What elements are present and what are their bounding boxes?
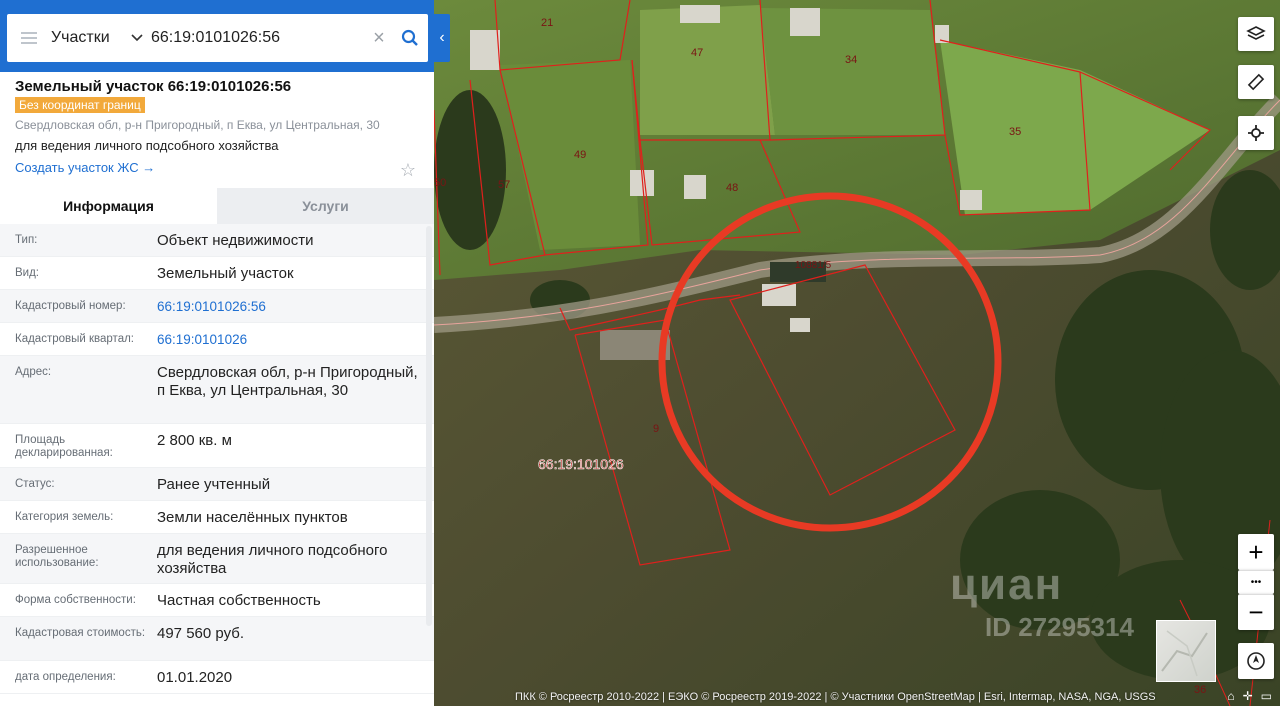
minimap-icon bbox=[1161, 630, 1208, 677]
info-row: Кадастровая стоимость: 497 560 руб. bbox=[0, 617, 434, 661]
parcel-label: 10881/5 bbox=[795, 260, 832, 271]
info-label: Адрес: bbox=[15, 366, 52, 378]
info-value: Частная собственность bbox=[157, 592, 321, 609]
watermark-id: ID 27295314 bbox=[985, 612, 1134, 642]
map-attribution: ПКК © Росреестр 2010-2022 | ЕЭКО © Росре… bbox=[515, 691, 1156, 703]
info-table: Тип: Объект недвижимости Вид: Земельный … bbox=[0, 224, 434, 694]
info-row: Кадастровый номер: 66:19:0101026:56 bbox=[0, 290, 434, 323]
info-label: Категория земель: bbox=[15, 511, 114, 523]
layers-icon bbox=[1246, 26, 1266, 40]
search-bar: Участки × bbox=[0, 0, 434, 72]
crosshair-icon[interactable]: ✛ bbox=[1243, 689, 1253, 703]
info-row: Тип: Объект недвижимости bbox=[0, 224, 434, 257]
quarter-label: 66:19:101026 bbox=[538, 456, 624, 472]
tab-info[interactable]: Информация bbox=[0, 188, 217, 224]
search-icon[interactable] bbox=[392, 29, 428, 47]
field-34 bbox=[760, 8, 945, 135]
info-label: Форма собственности: bbox=[15, 594, 136, 606]
search-type-selector[interactable]: Участки bbox=[51, 29, 131, 47]
compass-button[interactable] bbox=[1238, 643, 1274, 679]
parcel-label: 35 bbox=[1009, 126, 1021, 138]
layers-button[interactable] bbox=[1238, 17, 1274, 51]
info-value: Ранее учтенный bbox=[157, 476, 271, 493]
zoom-out-button[interactable]: − bbox=[1238, 594, 1274, 630]
info-value: Земли населённых пунктов bbox=[157, 509, 348, 526]
search-input[interactable] bbox=[151, 29, 366, 47]
parcel-label: 57 bbox=[498, 179, 510, 191]
parcel-label: 36 bbox=[1194, 684, 1206, 696]
create-parcel-link[interactable]: Создать участок ЖС → bbox=[15, 160, 419, 175]
cadastral-quarter-link[interactable]: 66:19:0101026 bbox=[157, 323, 419, 355]
info-label: Кадастровый квартал: bbox=[15, 333, 134, 345]
zoom-more-button[interactable]: ••• bbox=[1238, 570, 1274, 594]
info-value: 2 800 кв. м bbox=[157, 432, 232, 449]
chevron-left-icon: ‹ bbox=[439, 29, 445, 46]
parcel-label: 49 bbox=[574, 149, 586, 161]
info-value: Земельный участок bbox=[157, 265, 294, 282]
tab-services[interactable]: Услуги bbox=[217, 188, 434, 224]
info-row: Вид: Земельный участок bbox=[0, 257, 434, 290]
field-47 bbox=[640, 5, 775, 135]
compass-icon bbox=[1247, 652, 1265, 670]
object-address: Свердловская обл, р-н Пригородный, п Екв… bbox=[15, 118, 380, 132]
info-label: Кадастровый номер: bbox=[15, 300, 126, 312]
minimap[interactable] bbox=[1156, 620, 1216, 682]
info-label: Площадь декларированная: bbox=[15, 434, 113, 459]
object-usage: для ведения личного подсобного хозяйства bbox=[15, 138, 279, 153]
chevron-down-icon[interactable] bbox=[131, 14, 151, 62]
info-row: Форма собственности: Частная собственнос… bbox=[0, 584, 434, 617]
scrollbar[interactable] bbox=[426, 226, 432, 626]
info-label: Статус: bbox=[15, 478, 55, 490]
info-row: Категория земель: Земли населённых пункт… bbox=[0, 501, 434, 534]
sidebar-panel: Участки × Земельный участок 66:19:010102… bbox=[0, 0, 434, 706]
info-value: Свердловская обл, р-н Пригородный, п Екв… bbox=[157, 364, 418, 399]
info-label: Вид: bbox=[15, 267, 39, 279]
app-root: 21 47 34 35 49 57 50 48 9 10881/5 36 66:… bbox=[0, 0, 1280, 706]
menu-icon[interactable] bbox=[7, 32, 51, 44]
bottom-tools: ⌂ ✛ ▭ bbox=[1227, 689, 1272, 703]
home-icon[interactable]: ⌂ bbox=[1227, 689, 1234, 703]
parcel-label: 50 bbox=[434, 177, 446, 189]
info-label: дата определения: bbox=[15, 671, 116, 683]
info-value: 497 560 руб. bbox=[157, 625, 244, 642]
clear-icon[interactable]: × bbox=[366, 27, 392, 50]
collapse-sidebar-button[interactable]: ‹ bbox=[434, 14, 450, 62]
star-icon[interactable]: ☆ bbox=[400, 160, 416, 181]
page-title: Земельный участок 66:19:0101026:56 bbox=[15, 78, 292, 95]
search-box: Участки × bbox=[7, 14, 428, 62]
ruler-button[interactable] bbox=[1238, 65, 1274, 99]
locate-button[interactable] bbox=[1238, 116, 1274, 150]
info-value: 01.01.2020 bbox=[157, 669, 233, 686]
info-label: Тип: bbox=[15, 234, 38, 246]
parcel-label: 34 bbox=[845, 54, 857, 66]
zoom-in-button[interactable]: + bbox=[1238, 534, 1274, 570]
tab-bar: Информация Услуги bbox=[0, 188, 434, 224]
window-icon[interactable]: ▭ bbox=[1261, 689, 1272, 703]
info-row: Кадастровый квартал: 66:19:0101026 bbox=[0, 323, 434, 356]
info-row: Площадь декларированная: 2 800 кв. м bbox=[0, 424, 434, 468]
info-label: Кадастровая стоимость: bbox=[15, 627, 146, 639]
info-row: Адрес: Свердловская обл, р-н Пригородный… bbox=[0, 356, 434, 424]
object-header: Земельный участок 66:19:0101026:56 Без к… bbox=[0, 72, 434, 188]
parcel-label: 47 bbox=[691, 47, 703, 59]
info-row: дата определения: 01.01.2020 bbox=[0, 661, 434, 694]
info-label: Разрешенное использование: bbox=[15, 544, 99, 569]
info-value: Объект недвижимости bbox=[157, 232, 314, 249]
parcel-label: 48 bbox=[726, 182, 738, 194]
info-value: для ведения личного подсобного хозяйства bbox=[157, 542, 388, 577]
watermark: циан bbox=[950, 560, 1064, 609]
cadastral-number-link[interactable]: 66:19:0101026:56 bbox=[157, 290, 419, 322]
locate-icon bbox=[1248, 125, 1264, 141]
info-row: Разрешенное использование: для ведения л… bbox=[0, 534, 434, 584]
parcel-label: 21 bbox=[541, 17, 553, 29]
parcel-label: 9 bbox=[653, 423, 659, 435]
status-badge: Без координат границ bbox=[15, 97, 145, 113]
ruler-icon bbox=[1247, 73, 1265, 91]
info-row: Статус: Ранее учтенный bbox=[0, 468, 434, 501]
